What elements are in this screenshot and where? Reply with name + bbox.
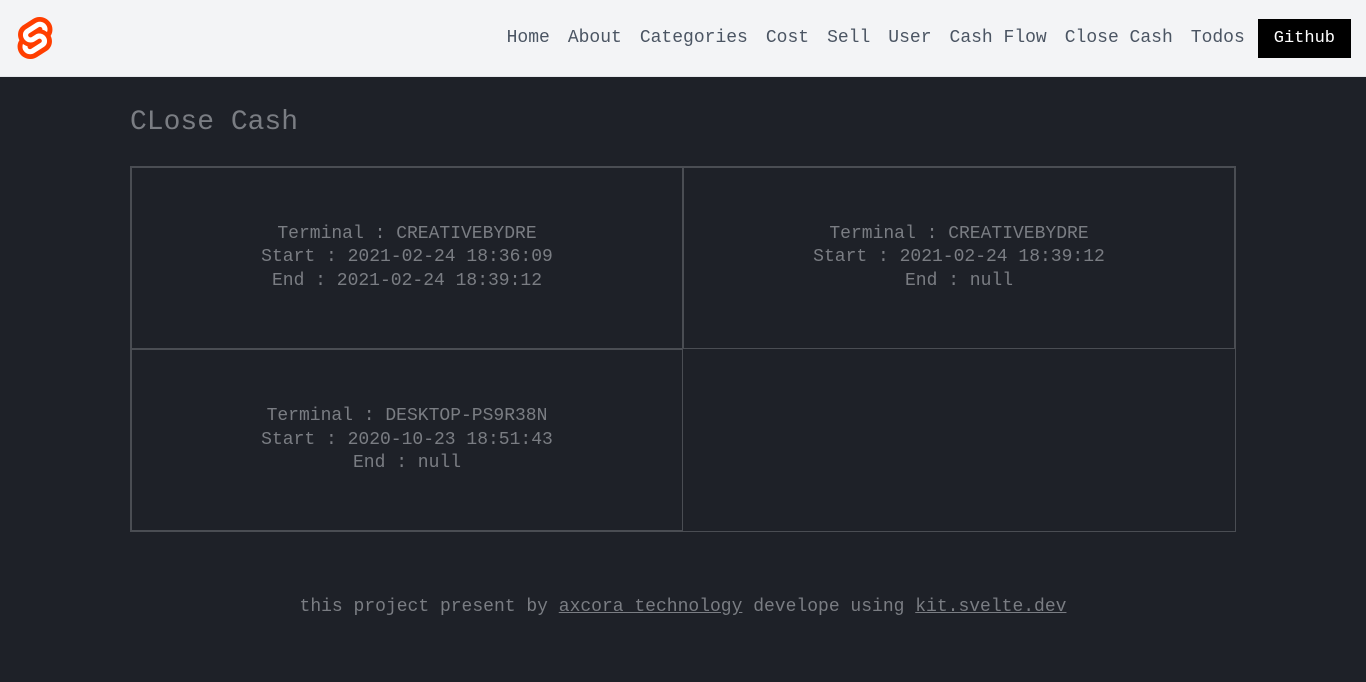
start-label: Start : 2021-02-24 18:39:12 [714,246,1204,269]
footer-link-sveltekit[interactable]: kit.svelte.dev [915,597,1066,617]
cash-card: Terminal : CREATIVEBYDRE Start : 2021-02… [683,167,1235,349]
main-content: CLose Cash Terminal : CREATIVEBYDRE Star… [0,77,1366,637]
terminal-label: Terminal : CREATIVEBYDRE [162,223,652,246]
footer-link-axcora[interactable]: axcora technology [559,597,743,617]
nav-close-cash[interactable]: Close Cash [1065,28,1173,48]
nav-user[interactable]: User [888,28,931,48]
cards-grid: Terminal : CREATIVEBYDRE Start : 2021-02… [130,166,1236,532]
footer-middle: develope using [742,597,915,617]
empty-cell [683,349,1235,531]
start-label: Start : 2021-02-24 18:36:09 [162,246,652,269]
end-label: End : null [714,270,1204,293]
nav-sell[interactable]: Sell [827,28,870,48]
terminal-label: Terminal : CREATIVEBYDRE [714,223,1204,246]
terminal-label: Terminal : DESKTOP-PS9R38N [162,405,652,428]
footer: this project present by axcora technolog… [130,597,1236,617]
start-label: Start : 2020-10-23 18:51:43 [162,429,652,452]
cash-card: Terminal : CREATIVEBYDRE Start : 2021-02… [131,167,683,349]
footer-prefix: this project present by [300,597,559,617]
nav-todos[interactable]: Todos [1191,28,1245,48]
nav: Home About Categories Cost Sell User Cas… [507,19,1351,58]
end-label: End : null [162,452,652,475]
nav-about[interactable]: About [568,28,622,48]
header: Home About Categories Cost Sell User Cas… [0,0,1366,77]
nav-cash-flow[interactable]: Cash Flow [950,28,1047,48]
nav-cost[interactable]: Cost [766,28,809,48]
github-button[interactable]: Github [1258,19,1351,58]
nav-categories[interactable]: Categories [640,28,748,48]
page-title: CLose Cash [130,107,1236,138]
cash-card: Terminal : DESKTOP-PS9R38N Start : 2020-… [131,349,683,531]
end-label: End : 2021-02-24 18:39:12 [162,270,652,293]
nav-home[interactable]: Home [507,28,550,48]
svelte-logo-icon[interactable] [15,18,55,58]
